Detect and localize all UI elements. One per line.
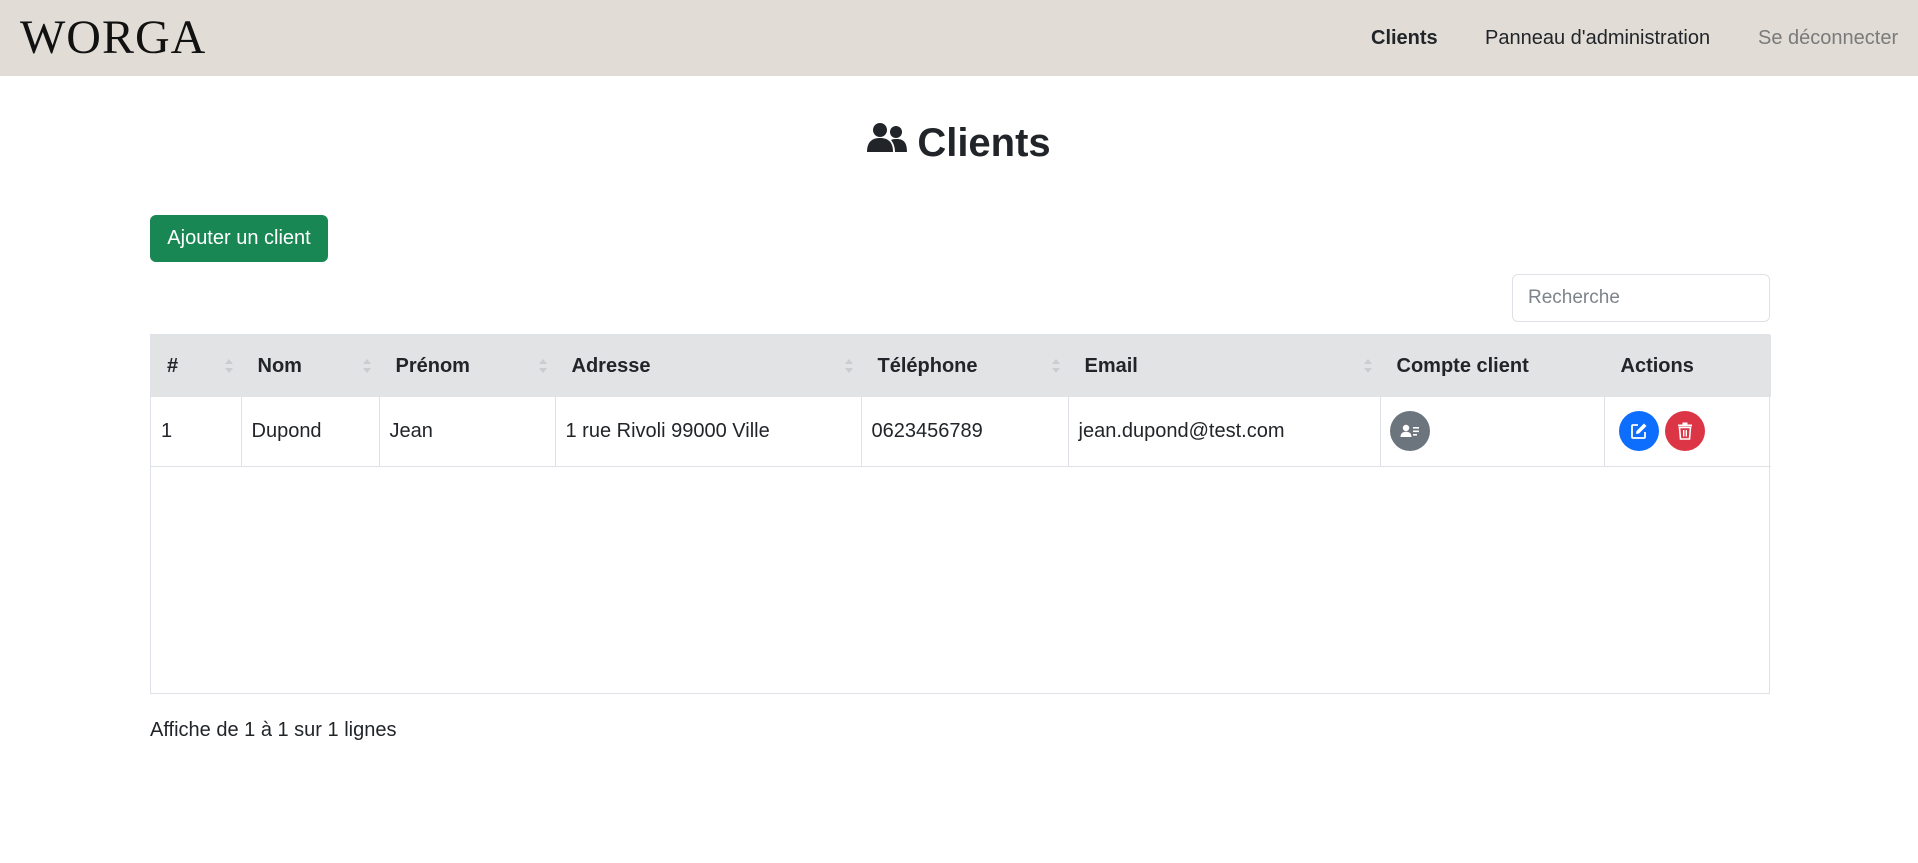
edit-client-button[interactable] [1618,411,1659,452]
column-header-prenom[interactable]: Prénom [378,335,555,397]
column-header-email[interactable]: Email [1067,335,1380,397]
page-title: Clients [0,118,1918,170]
sort-icon [844,359,853,373]
trash-icon [1677,422,1692,441]
delete-client-button[interactable] [1664,411,1705,452]
sort-icon [224,359,233,373]
column-header-adresse[interactable]: Adresse [554,335,861,397]
cell-email: jean.dupond@test.com [1067,397,1380,466]
column-header-actions: Actions [1603,335,1771,397]
cell-prenom: Jean [378,397,555,466]
clients-table: # Nom Prénom Adresse Téléphone Email Com… [150,334,1771,694]
cell-id: 1 [161,419,173,442]
nav-link-admin-panel[interactable]: Panneau d'administration [1485,24,1710,52]
cell-actions [1603,397,1771,466]
column-header-id[interactable]: # [151,335,241,397]
nav-link-clients[interactable]: Clients [1371,24,1438,52]
nav-link-logout[interactable]: Se déconnecter [1758,24,1898,52]
cell-telephone: 0623456789 [860,397,1068,466]
column-header-telephone[interactable]: Téléphone [860,335,1068,397]
edit-icon [1630,423,1646,440]
sort-icon [1363,359,1372,373]
client-account-button[interactable] [1389,411,1430,452]
cell-nom: Dupond [240,397,379,466]
sort-icon [1051,359,1060,373]
brand-logo[interactable]: WORGA [20,10,206,66]
cell-adresse: 1 rue Rivoli 99000 Ville [554,397,861,466]
table-header-row: # Nom Prénom Adresse Téléphone Email Com… [151,335,1771,397]
sort-icon [362,359,371,373]
sort-icon [538,359,547,373]
users-icon [867,116,908,166]
pagination-info: Affiche de 1 à 1 sur 1 lignes [150,719,397,741]
search-input[interactable] [1512,274,1770,322]
column-header-nom[interactable]: Nom [240,335,379,397]
table-row: 1 Dupond Jean 1 rue Rivoli 99000 Ville 0… [151,397,1771,466]
top-navbar: WORGA Clients Panneau d'administration S… [0,0,1918,76]
cell-compte-client [1379,397,1604,466]
user-card-icon [1400,425,1419,438]
add-client-button[interactable]: Ajouter un client [150,215,328,262]
page-title-text: Clients [917,121,1051,165]
column-header-compte-client: Compte client [1379,335,1604,397]
